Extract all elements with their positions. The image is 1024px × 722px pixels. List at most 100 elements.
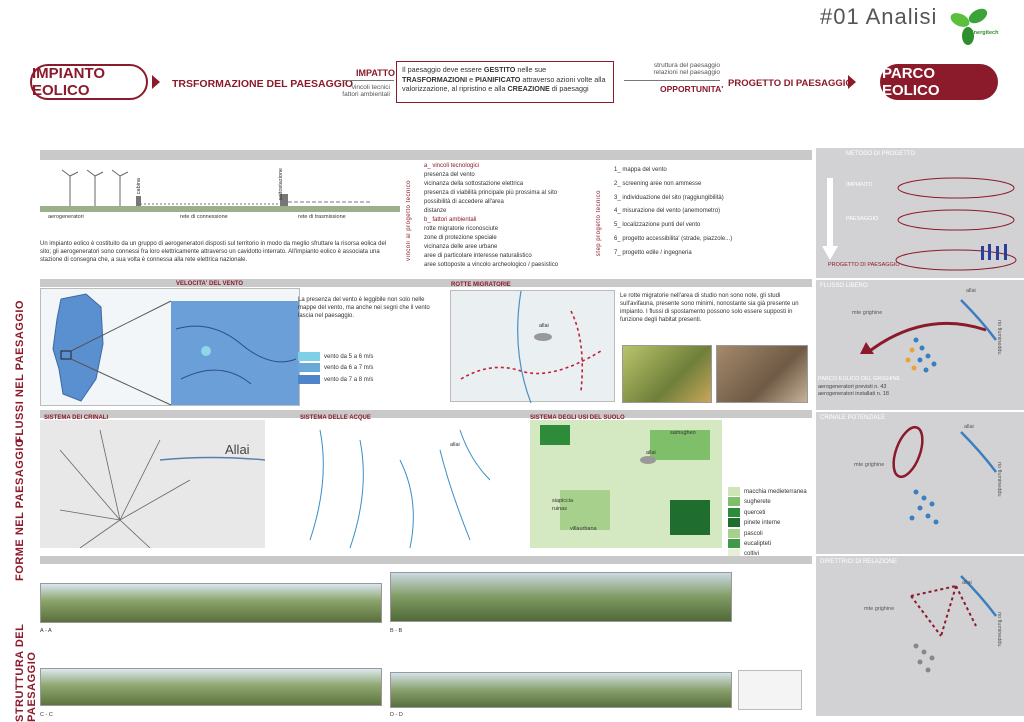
migration-map-icon xyxy=(460,290,602,404)
forme-bar xyxy=(40,410,812,418)
list-item: presenza del vento xyxy=(424,172,475,178)
flussi-bar xyxy=(40,279,812,287)
opportunita-label: OPPORTUNITA' xyxy=(660,84,724,94)
struttura-bar xyxy=(40,556,812,564)
flussi-side-label: FLUSSI NEL PAESAGGIO xyxy=(14,300,26,443)
paesaggio-step: PAESAGGIO xyxy=(846,216,879,222)
sotto-label: sottostazione xyxy=(278,168,284,201)
crinali-title: SISTEMA DEI CRINALI xyxy=(44,415,109,421)
progetto-step: PROGETTO DI PAESAGGIO xyxy=(828,262,900,268)
vincoli-list: a_ vincoli tecnologici presenza del vent… xyxy=(424,162,604,270)
allai-label: allai xyxy=(962,580,972,586)
direttrici-panel: DIRETTRICI DI RELAZIONE mte grighine all… xyxy=(816,556,1024,716)
bird-photo-1 xyxy=(622,345,712,403)
legend-entry: vento da 7 a 8 m/s xyxy=(298,374,373,386)
ridge-diagram-icon xyxy=(892,425,997,525)
ridge-map-icon xyxy=(59,429,266,549)
step-side-label: step progetto tecnico xyxy=(596,190,602,257)
vento-map: VELOCITA' DEL VENTO xyxy=(40,281,300,406)
rotte-title: ROTTE MIGRATORIE xyxy=(451,282,511,288)
key-plan xyxy=(738,670,802,710)
allai-label: allai xyxy=(966,288,976,294)
list-item: aree sottoposte a vincolo archeologico /… xyxy=(424,262,559,268)
list-item: vicinanza della sottostazione elettrica xyxy=(424,181,524,187)
list-item: distanze xyxy=(424,208,447,214)
allai-usi-label: allai xyxy=(646,450,656,456)
land-use-map-icon xyxy=(540,425,710,535)
impianto-description: Un impianto eolico è costituito da un gr… xyxy=(40,241,387,264)
usi-title: SISTEMA DEGLI USI DEL SUOLO xyxy=(530,415,625,421)
vento-text: La presenza del vento è leggibile non so… xyxy=(298,297,430,320)
relations-diagram-icon xyxy=(910,575,997,673)
list-item: vicinanza delle aree urbane xyxy=(424,244,498,250)
samugheo-label: samugheo xyxy=(670,430,696,436)
list-item: aree di particolare interesse naturalist… xyxy=(424,253,532,259)
bird-photo-2 xyxy=(716,345,808,403)
section-label-c: C - C xyxy=(40,712,53,718)
list-item: 1_ mappa del vento xyxy=(614,167,667,173)
siapiccia-label: siapiccia xyxy=(552,498,574,504)
usi-legend: macchia medieterranea sugherete querceti… xyxy=(728,487,807,560)
legend-entry: pinete interne xyxy=(728,518,807,528)
legend-entry: eucalipteti xyxy=(728,538,807,549)
allai-label: allai xyxy=(539,323,549,329)
acque-title: SISTEMA DELLE ACQUE xyxy=(300,415,371,421)
crinale-panel: CRINALE POTENZIALE mte grighine allai ri… xyxy=(816,412,1024,554)
impatto-sub: vincoli tecnici fattori ambientali xyxy=(342,84,390,98)
usi-map: allai samugheo siapiccia ruinas villaurb… xyxy=(530,415,722,548)
panorama-c xyxy=(40,668,382,706)
arrow-right-icon xyxy=(848,75,856,89)
ruinas-label: ruinas xyxy=(552,506,567,512)
metodo-panel: METODO DI PROGETTO IMPIANTO PAESAGGIO PR… xyxy=(816,148,1024,278)
rio-label: rio flumineddu xyxy=(996,612,1002,647)
vincoli-side-label: vincoli al progetto tecnico xyxy=(406,180,412,261)
sardinia-map-icon xyxy=(52,293,299,406)
list-item: 3_ individuazione del sito (raggiungibil… xyxy=(614,194,724,201)
list-item: rotte migratorie riconosciute xyxy=(424,226,499,232)
acque-map: allai SISTEMA DELLE ACQUE xyxy=(300,415,491,549)
section-label-a: A - A xyxy=(40,628,52,634)
mte-label: mte grighine xyxy=(852,310,883,316)
leaf-logo-icon xyxy=(950,8,988,45)
rotte-map: allai ROTTE MIGRATORIE xyxy=(450,282,615,404)
row1-top-bar xyxy=(40,150,812,160)
impatto-label: IMPATTO xyxy=(356,68,395,78)
method-diagram-icon xyxy=(822,177,1017,271)
installati-label: aerogeneratori installati n. 18 xyxy=(818,391,889,397)
legend-entry: macchia medieterranea xyxy=(728,487,807,497)
central-statement: Il paesaggio deve essere GESTITO nelle s… xyxy=(396,61,614,103)
rotte-text: Le rotte migratorie nell'area di studio … xyxy=(620,293,799,324)
legend-entry: vento da 6 a 7 m/s xyxy=(298,363,373,374)
list-item: 7_ progetto edile / ingegneria xyxy=(614,249,692,256)
panorama-b xyxy=(390,572,732,622)
struttura-side-label: STRUTTURA DEL PAESAGGIO xyxy=(14,623,38,722)
allai-big-label: Allai xyxy=(225,442,250,457)
impianto-step: IMPIANTO xyxy=(846,182,873,188)
panorama-d xyxy=(390,672,732,708)
progetto-paesaggio-label: PROGETTO DI PAESAGGIO xyxy=(728,78,853,89)
page-title: #01 Analisi xyxy=(820,4,938,29)
parco-title: PARCO EOLICO DEL GRIGHINE xyxy=(818,376,901,382)
villaurbana-label: villaurbana xyxy=(570,526,597,532)
panorama-a xyxy=(40,583,382,623)
legend-entry: querceti xyxy=(728,507,807,518)
aero-label: aerogeneratori xyxy=(48,214,84,220)
legend-entry: vento da 5 a 6 m/s xyxy=(298,352,373,363)
allai-small-label: allai xyxy=(450,442,460,448)
list-item: possibilità di accedere all'area xyxy=(424,199,504,205)
list-item: zone di protezione speciale xyxy=(424,235,497,241)
flusso-panel: FLUSSO LIBERO mte grighine allai rio flu… xyxy=(816,280,1024,410)
vento-legend: vento da 5 a 6 m/s vento da 6 a 7 m/s ve… xyxy=(298,352,373,386)
list-item: presenza di viabilità principale più pro… xyxy=(424,190,558,196)
list-item: 6_ progetto accessibilita' (strade, piaz… xyxy=(614,235,733,242)
water-map-icon xyxy=(309,429,491,549)
mte-label: mte grighine xyxy=(864,606,895,612)
arrow-right-icon xyxy=(152,75,160,89)
rio-label: rio flumineddu xyxy=(996,320,1002,355)
crinali-map: Allai SISTEMA DEI CRINALI xyxy=(40,415,266,549)
section-label-d: D - D xyxy=(390,712,403,718)
opportunita-sub: struttura del paesaggio relazioni nel pa… xyxy=(653,62,721,76)
list-item: b_ fattori ambientali xyxy=(424,217,477,223)
list-item: 5_ localizzazione punti del vento xyxy=(614,222,701,229)
impianto-eolico-pill: IMPIANTO EOLICO xyxy=(30,64,148,100)
